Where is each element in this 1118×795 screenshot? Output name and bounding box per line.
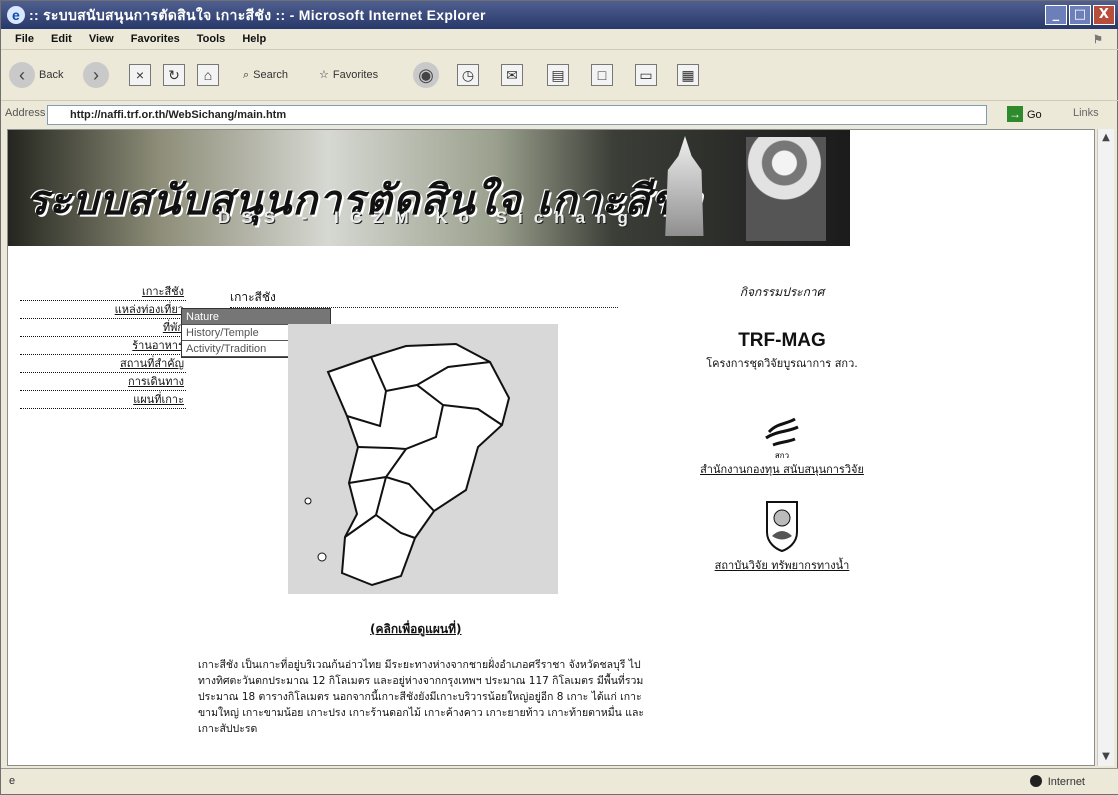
windows-flag-icon: ⚑ [1093, 34, 1103, 46]
island-map[interactable] [288, 324, 558, 594]
small-island-dot [317, 552, 327, 562]
right-sidebar: กิจกรรมประกาศ TRF-MAG โครงการชุดวิจัยบูร… [672, 283, 892, 574]
print-icon: ▤ [547, 64, 569, 86]
nav-ko-sichang[interactable]: เกาะสีชัง [20, 283, 186, 301]
search-button[interactable]: ⌕ Search [243, 58, 288, 92]
go-button[interactable]: → Go [1007, 106, 1049, 124]
links-label[interactable]: Links [1073, 107, 1099, 119]
address-label: Address [5, 107, 46, 119]
menu-tools[interactable]: Tools [197, 29, 226, 49]
back-label: Back [39, 69, 64, 81]
menu-view[interactable]: View [89, 29, 114, 49]
nav-accommodation[interactable]: ที่พัก [20, 319, 186, 337]
trf-logo[interactable]: สกว [759, 412, 805, 460]
island-description: เกาะสีชัง เป็นเกาะที่อยู่บริเวณก้นอ่าวไท… [198, 659, 645, 735]
address-bar: Address http://naffi.trf.or.th/WebSichan… [1, 101, 1118, 129]
favorites-star-icon: ☆ [319, 69, 329, 81]
trf-mag-subtitle: โครงการชุดวิจัยบูรณาการ สกว. [706, 357, 858, 370]
trf-mag-title[interactable]: TRF-MAG [672, 330, 892, 352]
back-button[interactable]: ‹ Back [9, 58, 63, 92]
scroll-down-icon[interactable]: ▼ [1100, 751, 1112, 763]
nav-travel[interactable]: การเดินทาง [20, 373, 186, 391]
browser-toolbar: ‹ Back › × ↻ ⌂ ⌕ Search ☆ Favorites ◉ ◷ ✉ ▤… [1, 49, 1118, 101]
back-arrow-icon: ‹ [9, 62, 35, 88]
forward-arrow-icon: › [83, 62, 109, 88]
internet-explorer-icon: e [7, 6, 25, 24]
address-input[interactable]: http://naffi.trf.or.th/WebSichang/main.h… [47, 105, 987, 125]
menu-bar: File Edit View Favorites Tools Help ⚑ [1, 29, 1118, 49]
svg-text:สกว: สกว [775, 451, 789, 460]
wave-logo-icon: สกว [765, 417, 799, 460]
forward-button[interactable]: › [83, 58, 109, 92]
nav-restaurants[interactable]: ร้านอาหาร [20, 337, 186, 355]
dropdown-nature[interactable]: Nature [182, 309, 330, 325]
search-icon: ⌕ [243, 69, 250, 81]
home-button[interactable]: ⌂ [197, 58, 219, 92]
map-link[interactable]: (คลิกเพื่อดูแผนที่) [370, 620, 462, 639]
refresh-button[interactable]: ↻ [163, 58, 185, 92]
discuss-icon: ▭ [635, 64, 657, 86]
edit-icon: □ [591, 64, 613, 86]
favorites-label: Favorites [332, 69, 379, 81]
menu-help[interactable]: Help [242, 29, 266, 49]
print-button[interactable]: ▤ [547, 58, 569, 92]
small-island-dot [304, 497, 312, 505]
stop-icon: × [129, 64, 151, 86]
banner-subtitle: DSS - ICZM Ko Sichang [218, 208, 639, 227]
maximize-button[interactable]: □ [1069, 5, 1091, 25]
messenger-icon: ▦ [677, 64, 699, 86]
announcement-heading: กิจกรรมประกาศ [739, 285, 825, 299]
status-bar: e Internet [1, 768, 1118, 794]
favorites-button[interactable]: ☆ Favorites [319, 58, 378, 92]
webpage-content: ระบบสนับสนุนการตัดสินใจ เกาะสีชัง DSS - … [7, 129, 1095, 766]
history-icon: ◷ [457, 64, 479, 86]
history-button[interactable]: ◷ [457, 58, 479, 92]
window-titlebar: e :: ระบบสนับสนุนการตัดสินใจ เกาะสีชัง :… [1, 1, 1118, 29]
institute-crest-icon[interactable] [763, 498, 801, 553]
nav-island-map[interactable]: แผนที่เกาะ [20, 391, 186, 409]
section-title: เกาะสีชัง [230, 288, 618, 308]
site-banner: ระบบสนับสนุนการตัดสินใจ เกาะสีชัง DSS - … [8, 130, 850, 246]
scroll-up-icon[interactable]: ▲ [1100, 132, 1112, 144]
mail-icon: ✉ [501, 64, 523, 86]
status-page-icon: e [9, 775, 16, 787]
close-button[interactable]: X [1093, 5, 1115, 25]
discuss-button[interactable]: ▭ [635, 58, 657, 92]
internet-globe-icon [1029, 775, 1042, 787]
menu-file[interactable]: File [15, 29, 34, 49]
status-zone: Internet [1029, 775, 1085, 788]
edit-button[interactable]: □ [591, 58, 613, 92]
stop-button[interactable]: × [129, 58, 151, 92]
go-arrow-icon: → [1007, 106, 1023, 122]
left-navigation: เกาะสีชัง แหล่งท่องเที่ยว ที่พัก ร้านอาห… [20, 283, 186, 409]
mail-button[interactable]: ✉ [501, 58, 523, 92]
media-icon: ◉ [413, 62, 439, 88]
nav-attractions[interactable]: แหล่งท่องเที่ยว [20, 301, 186, 319]
menu-favorites[interactable]: Favorites [131, 29, 180, 49]
window-title: :: ระบบสนับสนุนการตัดสินใจ เกาะสีชัง :: … [29, 7, 486, 23]
trf-link[interactable]: สำนักงานกองทุน สนับสนุนการวิจัย [672, 462, 892, 478]
media-button[interactable]: ◉ [413, 58, 439, 92]
messenger-button[interactable]: ▦ [677, 58, 699, 92]
statue-image [746, 137, 826, 241]
home-icon: ⌂ [197, 64, 219, 86]
menu-edit[interactable]: Edit [51, 29, 72, 49]
search-label: Search [253, 69, 289, 81]
browser-window: e :: ระบบสนับสนุนการตัดสินใจ เกาะสีชัง :… [0, 0, 1118, 795]
aquatic-resources-institute-link[interactable]: สถาบันวิจัย ทรัพยากรทางน้ำ [672, 558, 892, 574]
vertical-scrollbar[interactable]: ▲ ▼ [1097, 129, 1114, 766]
minimize-button[interactable]: _ [1045, 5, 1067, 25]
nav-important-places[interactable]: สถานที่สำคัญ [20, 355, 186, 373]
refresh-icon: ↻ [163, 64, 185, 86]
